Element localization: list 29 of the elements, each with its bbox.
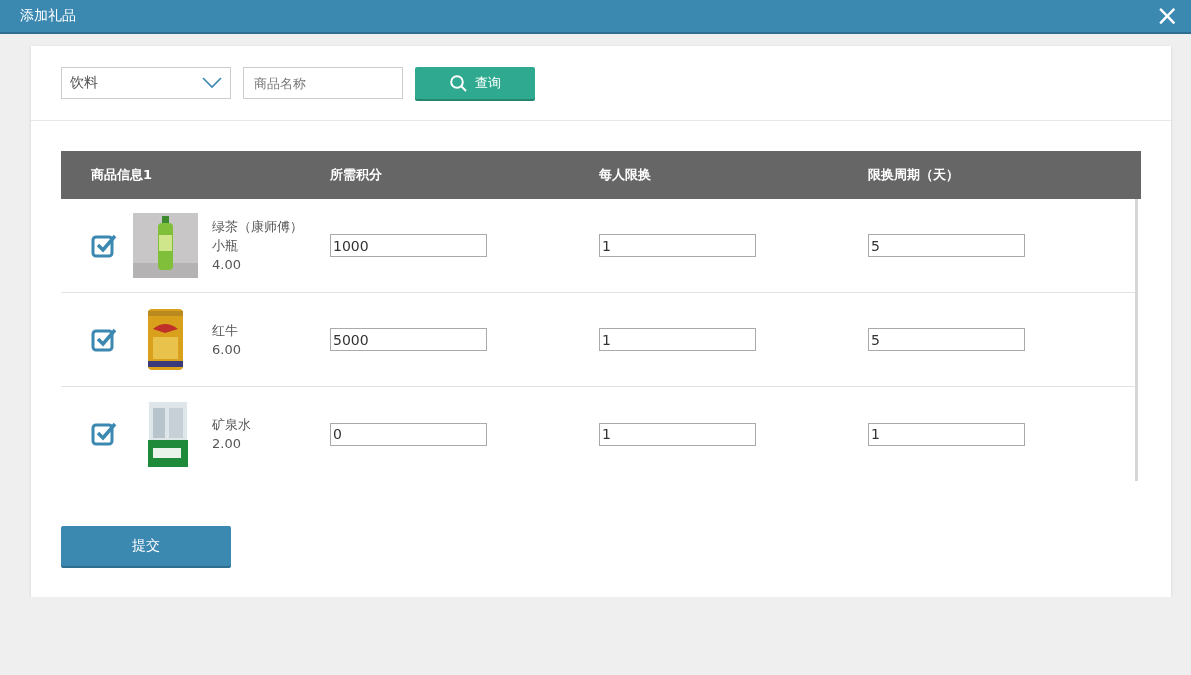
limit-field[interactable]: 1	[599, 328, 756, 351]
column-header: 商品信息1	[90, 166, 153, 184]
product-price: 6.00	[212, 340, 242, 359]
category-dropdown[interactable]: 饮料	[61, 67, 231, 99]
period-field[interactable]: 1	[868, 422, 1025, 446]
limit-field[interactable]: 1	[599, 234, 756, 257]
product-name: 绿茶（康师傅）小瓶	[212, 218, 304, 255]
column-header: 限换周期（天）	[868, 166, 959, 184]
chevron-down-icon	[202, 77, 222, 89]
product-name: 矿泉水	[212, 416, 252, 434]
product-price: 4.00	[212, 256, 242, 274]
limit-field[interactable]: 1	[599, 422, 756, 446]
submit-button[interactable]: 提交	[61, 526, 231, 566]
checkbox[interactable]	[91, 421, 117, 447]
search-icon	[449, 74, 467, 92]
points-field[interactable]: 5000	[330, 328, 487, 351]
column-header: 每人限换	[599, 166, 651, 184]
search-field[interactable]: 商品名称	[243, 67, 403, 99]
points-field[interactable]: 0	[330, 422, 487, 446]
period-field[interactable]: 5	[868, 234, 1025, 257]
close-button[interactable]: ×	[1151, 2, 1183, 30]
product-price: 2.00	[212, 435, 242, 453]
product-name: 红牛	[212, 321, 239, 340]
points-field[interactable]: 1000	[330, 234, 487, 257]
checkbox[interactable]	[91, 326, 117, 353]
period-field[interactable]: 5	[868, 328, 1025, 351]
window-title: 添加礼品	[20, 7, 76, 25]
checkbox[interactable]	[91, 232, 117, 259]
column-header: 所需积分	[330, 166, 382, 184]
